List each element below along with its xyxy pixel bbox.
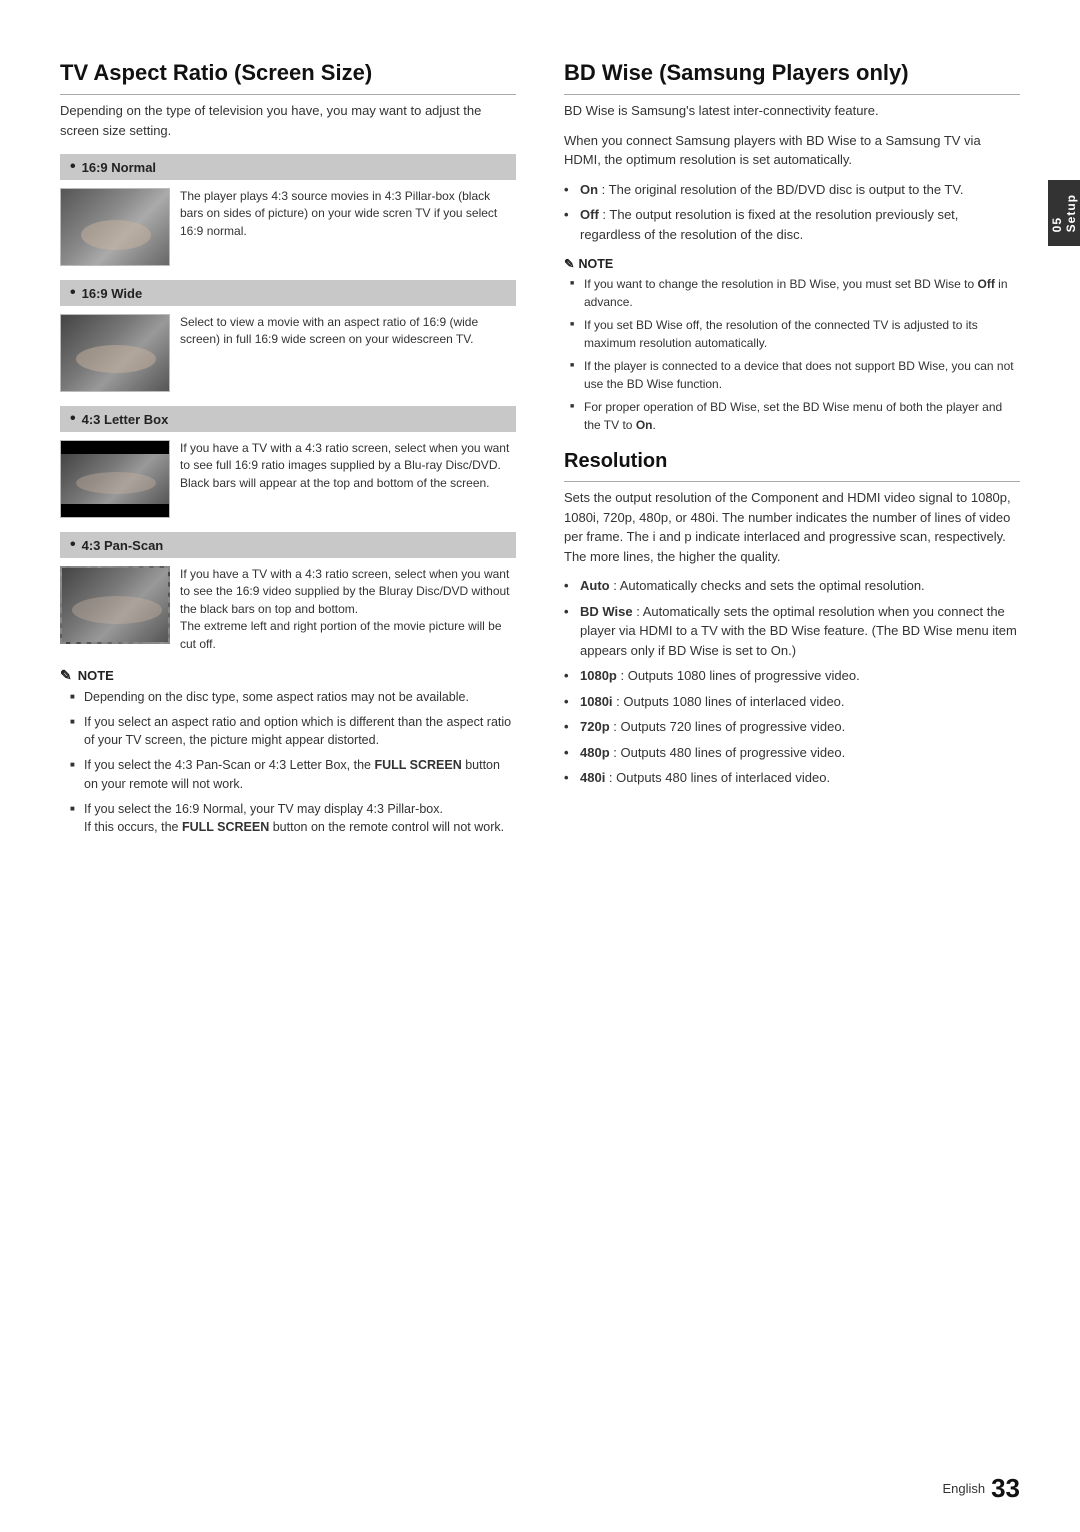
left-note-header: ✎ NOTE [60, 667, 516, 684]
aspect-label: 16:9 Normal [82, 160, 156, 175]
bullet-text: : Outputs 480 lines of progressive video… [610, 745, 846, 760]
resolution-intro: Sets the output resolution of the Compon… [564, 488, 1020, 566]
page-footer: English 33 [942, 1473, 1020, 1504]
bullet-dot: • [70, 158, 76, 176]
bd-wise-bullet-item: Off : The output resolution is fixed at … [564, 205, 1020, 244]
resolution-bullet-item: 1080p : Outputs 1080 lines of progressiv… [564, 666, 1020, 686]
bd-wise-note-list: If you want to change the resolution in … [564, 275, 1020, 434]
footer-page-number: 33 [991, 1473, 1020, 1504]
bullet-bold: Auto [580, 578, 610, 593]
resolution-bullet-item: Auto : Automatically checks and sets the… [564, 576, 1020, 596]
left-note-list: Depending on the disc type, some aspect … [60, 688, 516, 837]
note-pencil-icon: ✎ [60, 667, 72, 684]
bullet-text: : Outputs 480 lines of interlaced video. [605, 770, 830, 785]
aspect-desc: If you have a TV with a 4:3 ratio screen… [180, 566, 516, 653]
bullet-bold: 1080i [580, 694, 613, 709]
aspect-label: 16:9 Wide [82, 286, 143, 301]
side-tab: 05 Setup [1048, 180, 1080, 246]
bd-wise-note-item: For proper operation of BD Wise, set the… [570, 398, 1020, 434]
bullet-text: : Outputs 1080 lines of progressive vide… [617, 668, 860, 683]
note-item: If you select the 4:3 Pan-Scan or 4:3 Le… [70, 756, 516, 794]
bullet-bold: On [580, 182, 598, 197]
bullet-text: : The original resolution of the BD/DVD … [598, 182, 963, 197]
main-columns: TV Aspect Ratio (Screen Size) Depending … [60, 60, 1020, 1482]
left-note: ✎ NOTE Depending on the disc type, some … [60, 667, 516, 837]
aspect-item: • 16:9 Wide Select to view a movie with … [60, 280, 516, 396]
bd-wise-note-title: NOTE [578, 257, 613, 271]
footer-label: English [942, 1481, 985, 1496]
aspect-desc: Select to view a movie with an aspect ra… [180, 314, 516, 349]
aspect-image [60, 314, 170, 392]
left-column: TV Aspect Ratio (Screen Size) Depending … [60, 60, 516, 1482]
aspect-header: • 4:3 Pan-Scan [60, 532, 516, 558]
aspect-content: If you have a TV with a 4:3 ratio screen… [60, 558, 516, 657]
bd-wise-note-header: ✎ NOTE [564, 256, 1020, 271]
note-item: If you select an aspect ratio and option… [70, 713, 516, 751]
left-note-title: NOTE [78, 668, 114, 683]
aspect-item: • 16:9 Normal The player plays 4:3 sourc… [60, 154, 516, 270]
bullet-bold: 720p [580, 719, 610, 734]
tab-label: Setup [1064, 194, 1078, 232]
resolution-title: Resolution [564, 450, 1020, 482]
aspect-label: 4:3 Pan-Scan [82, 538, 164, 553]
aspect-item: • 4:3 Pan-Scan If you have a TV with a 4… [60, 532, 516, 657]
bullet-text: : Automatically checks and sets the opti… [610, 578, 925, 593]
bd-wise-note-item: If you want to change the resolution in … [570, 275, 1020, 311]
bullet-text: : Outputs 720 lines of progressive video… [610, 719, 846, 734]
resolution-bullet-item: 480i : Outputs 480 lines of interlaced v… [564, 768, 1020, 788]
bd-wise-intro1: BD Wise is Samsung's latest inter-connec… [564, 101, 1020, 121]
resolution-bullet-list: Auto : Automatically checks and sets the… [564, 576, 1020, 788]
aspect-image [60, 440, 170, 518]
left-section-intro: Depending on the type of television you … [60, 101, 516, 140]
left-section-title: TV Aspect Ratio (Screen Size) [60, 60, 516, 95]
aspect-content: Select to view a movie with an aspect ra… [60, 306, 516, 396]
side-tab-text: 05 Setup [1050, 194, 1078, 232]
aspect-header: • 16:9 Wide [60, 280, 516, 306]
bullet-bold: 480p [580, 745, 610, 760]
bd-wise-note: ✎ NOTE If you want to change the resolut… [564, 256, 1020, 434]
resolution-bullet-item: BD Wise : Automatically sets the optimal… [564, 602, 1020, 661]
bd-wise-title: BD Wise (Samsung Players only) [564, 60, 1020, 95]
bd-wise-note-pencil-icon: ✎ [564, 256, 574, 271]
bd-wise-note-item: If the player is connected to a device t… [570, 357, 1020, 393]
aspect-content: If you have a TV with a 4:3 ratio screen… [60, 432, 516, 522]
bullet-bold: 1080p [580, 668, 617, 683]
resolution-bullet-item: 480p : Outputs 480 lines of progressive … [564, 743, 1020, 763]
bd-wise-bullet-list: On : The original resolution of the BD/D… [564, 180, 1020, 245]
bullet-dot: • [70, 536, 76, 554]
bullet-dot: • [70, 284, 76, 302]
bd-wise-intro2: When you connect Samsung players with BD… [564, 131, 1020, 170]
bullet-bold: BD Wise [580, 604, 633, 619]
tab-number: 05 [1050, 217, 1064, 232]
bd-wise-bullet-item: On : The original resolution of the BD/D… [564, 180, 1020, 200]
bullet-text: : The output resolution is fixed at the … [580, 207, 958, 242]
resolution-bullet-item: 1080i : Outputs 1080 lines of interlaced… [564, 692, 1020, 712]
bd-wise-note-item: If you set BD Wise off, the resolution o… [570, 316, 1020, 352]
aspect-content: The player plays 4:3 source movies in 4:… [60, 180, 516, 270]
note-item: If you select the 16:9 Normal, your TV m… [70, 800, 516, 838]
aspect-desc: The player plays 4:3 source movies in 4:… [180, 188, 516, 240]
page: 05 Setup TV Aspect Ratio (Screen Size) D… [0, 0, 1080, 1532]
aspect-item: • 4:3 Letter Box If you have a TV with a… [60, 406, 516, 522]
aspect-image [60, 188, 170, 266]
aspect-desc: If you have a TV with a 4:3 ratio screen… [180, 440, 516, 492]
resolution-bullet-item: 720p : Outputs 720 lines of progressive … [564, 717, 1020, 737]
bullet-dot: • [70, 410, 76, 428]
aspect-header: • 4:3 Letter Box [60, 406, 516, 432]
bullet-text: : Automatically sets the optimal resolut… [580, 604, 1017, 658]
aspect-image [60, 566, 170, 644]
note-item: Depending on the disc type, some aspect … [70, 688, 516, 707]
bullet-bold: 480i [580, 770, 605, 785]
bullet-bold: Off [580, 207, 599, 222]
bullet-text: : Outputs 1080 lines of interlaced video… [613, 694, 845, 709]
aspect-label: 4:3 Letter Box [82, 412, 169, 427]
aspect-items: • 16:9 Normal The player plays 4:3 sourc… [60, 154, 516, 657]
right-column: BD Wise (Samsung Players only) BD Wise i… [564, 60, 1020, 1482]
aspect-header: • 16:9 Normal [60, 154, 516, 180]
